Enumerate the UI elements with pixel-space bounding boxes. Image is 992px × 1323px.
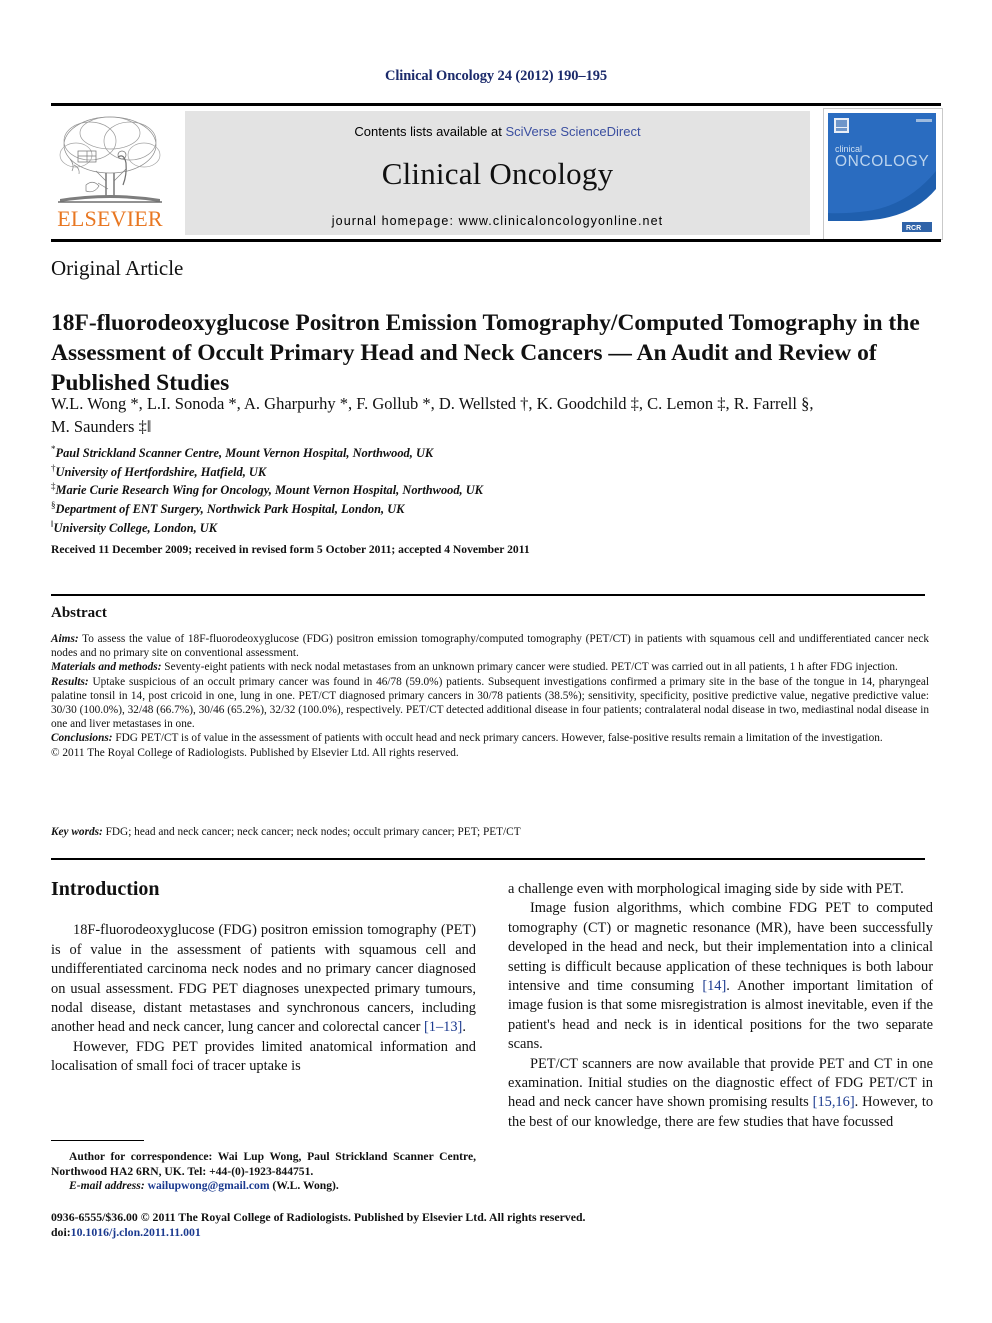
- journal-band: Contents lists available at SciVerse Sci…: [185, 111, 810, 235]
- abstract-aims: Aims: To assess the value of 18F-fluorod…: [51, 632, 929, 660]
- intro-paragraph-4: Image fusion algorithms, which combine F…: [508, 899, 933, 1054]
- affiliation-item: ‖University College, London, UK: [51, 517, 751, 536]
- abstract-copyright: © 2011 The Royal College of Radiologists…: [51, 746, 459, 759]
- journal-homepage-line: journal homepage: www.clinicaloncologyon…: [185, 214, 810, 228]
- abstract-body: Aims: To assess the value of 18F-fluorod…: [51, 632, 929, 760]
- affiliation-text: Department of ENT Surgery, Northwick Par…: [55, 502, 405, 517]
- masthead-bottom-rule: [51, 239, 941, 242]
- affiliation-text: University of Hertfordshire, Hatfield, U…: [55, 464, 267, 479]
- contents-available-line: Contents lists available at SciVerse Sci…: [185, 111, 810, 139]
- author-line-1: W.L. Wong *, L.I. Sonoda *, A. Gharpurhy…: [51, 394, 814, 413]
- sciencedirect-link[interactable]: SciVerse ScienceDirect: [505, 124, 640, 139]
- intro-paragraph-3: a challenge even with morphological imag…: [508, 881, 904, 897]
- citation-ref-1-13[interactable]: [1–13]: [424, 1019, 462, 1035]
- affiliation-item: §Department of ENT Surgery, Northwick Pa…: [51, 498, 751, 517]
- email-address-label: E-mail address:: [69, 1179, 145, 1193]
- journal-masthead: ELSEVIER Contents lists available at Sci…: [51, 103, 943, 242]
- abstract-top-rule: [51, 594, 925, 596]
- introduction-heading: Introduction: [51, 878, 160, 900]
- masthead-top-rule: [51, 103, 941, 106]
- affiliation-text: Marie Curie Research Wing for Oncology, …: [55, 483, 483, 498]
- author-list: W.L. Wong *, L.I. Sonoda *, A. Gharpurhy…: [51, 392, 941, 438]
- running-head-citation: Clinical Oncology 24 (2012) 190–195: [384, 68, 608, 84]
- keywords-line: Key words: FDG; head and neck cancer; ne…: [51, 826, 929, 838]
- email-line: E-mail address: wailupwong@gmail.com (W.…: [51, 1179, 476, 1194]
- affiliation-item: †University of Hertfordshire, Hatfield, …: [51, 461, 751, 480]
- doi-line: doi:10.1016/j.clon.2011.11.001: [51, 1225, 931, 1240]
- body-column-left: Introduction 18F-fluorodeoxyglucose (FDG…: [51, 878, 476, 1077]
- abstract-bottom-rule: [51, 858, 925, 860]
- abstract-conclusions-text: FDG PET/CT is of value in the assessment…: [112, 732, 883, 745]
- article-history: Received 11 December 2009; received in r…: [51, 543, 530, 556]
- article-title: 18F-fluorodeoxyglucose Positron Emission…: [51, 309, 920, 396]
- abstract-results: Results: Uptake suspicious of an occult …: [51, 675, 929, 732]
- intro-paragraph-2: However, FDG PET provides limited anatom…: [51, 1038, 476, 1075]
- abstract-conclusions-label: Conclusions:: [51, 732, 113, 745]
- svg-text:RCR: RCR: [906, 225, 921, 232]
- journal-title: Clinical Oncology: [381, 156, 614, 191]
- doi-label: doi:: [51, 1225, 71, 1239]
- affiliation-item: *Paul Strickland Scanner Centre, Mount V…: [51, 442, 751, 461]
- elsevier-wordmark: ELSEVIER: [57, 206, 163, 231]
- homepage-prefix-text: journal homepage:: [331, 214, 459, 228]
- page-footer: 0936-6555/$36.00 © 2011 The Royal Colleg…: [51, 1210, 931, 1240]
- keywords-text: FDG; head and neck cancer; neck cancer; …: [102, 826, 521, 838]
- elsevier-logo: ELSEVIER: [51, 111, 169, 235]
- elsevier-tree-icon: [58, 116, 162, 203]
- homepage-url[interactable]: www.clinicaloncologyonline.net: [459, 214, 664, 228]
- abstract-results-label: Results:: [51, 675, 89, 688]
- footnote-separator-rule: [51, 1140, 144, 1141]
- abstract-aims-label: Aims:: [51, 633, 79, 645]
- keywords-label: Key words:: [51, 826, 103, 838]
- citation-ref-14[interactable]: [14]: [702, 978, 726, 994]
- doi-link[interactable]: 10.1016/j.clon.2011.11.001: [71, 1225, 201, 1239]
- contents-prefix-text: Contents lists available at: [354, 124, 506, 139]
- affiliation-text: Paul Strickland Scanner Centre, Mount Ve…: [55, 446, 434, 461]
- affiliation-list: *Paul Strickland Scanner Centre, Mount V…: [51, 442, 751, 536]
- email-address-link[interactable]: wailupwong@gmail.com: [148, 1179, 270, 1192]
- svg-text:ONCOLOGY: ONCOLOGY: [835, 153, 929, 170]
- author-line-2: M. Saunders ‡‖: [51, 417, 152, 436]
- article-type-label: Original Article: [51, 256, 184, 280]
- abstract-conclusions: Conclusions: FDG PET/CT is of value in t…: [51, 731, 929, 745]
- abstract-results-text: Uptake suspicious of an occult primary c…: [51, 675, 929, 731]
- abstract-methods: Materials and methods: Seventy-eight pat…: [51, 660, 929, 674]
- intro-p1-text-b: .: [462, 1019, 466, 1036]
- issn-copyright-line: 0936-6555/$36.00 © 2011 The Royal Colleg…: [51, 1210, 586, 1224]
- body-column-right: a challenge even with morphological imag…: [508, 880, 933, 1132]
- journal-cover-art: clinical ONCOLOGY RCR: [824, 109, 940, 237]
- affiliation-text: University College, London, UK: [53, 521, 218, 535]
- intro-p1-text-a: 18F-fluorodeoxyglucose (FDG) positron em…: [51, 922, 476, 1036]
- abstract-methods-label: Materials and methods:: [51, 661, 162, 674]
- correspondence-text: Author for correspondence: Wai Lup Wong,…: [51, 1150, 476, 1178]
- journal-article-page: Clinical Oncology 24 (2012) 190–195 ELSE…: [0, 0, 992, 1323]
- intro-paragraph-5: PET/CT scanners are now available that p…: [508, 1055, 933, 1133]
- affiliation-item: ‡Marie Curie Research Wing for Oncology,…: [51, 479, 751, 498]
- abstract-aims-text: To assess the value of 18F-fluorodeoxygl…: [51, 633, 929, 660]
- journal-cover-thumbnail[interactable]: clinical ONCOLOGY RCR: [823, 108, 943, 240]
- correspondence-footnote: Author for correspondence: Wai Lup Wong,…: [51, 1150, 476, 1194]
- citation-ref-15-16[interactable]: [15,16]: [813, 1094, 855, 1110]
- abstract-heading: Abstract: [51, 605, 107, 621]
- intro-paragraph-1: 18F-fluorodeoxyglucose (FDG) positron em…: [51, 921, 476, 1037]
- abstract-methods-text: Seventy-eight patients with neck nodal m…: [161, 661, 898, 674]
- email-suffix-text: (W.L. Wong).: [269, 1179, 339, 1193]
